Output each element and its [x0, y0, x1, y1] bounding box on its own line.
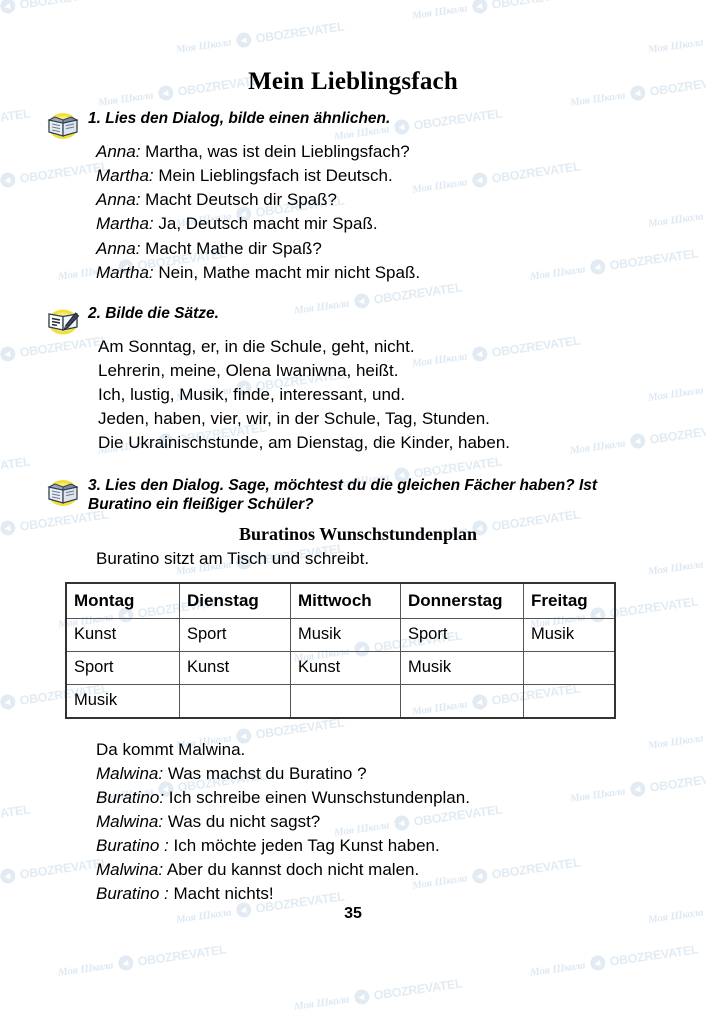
dialog-line: Anna: Macht Deutsch dir Spaß?: [96, 188, 648, 212]
dialog-text: Macht nichts!: [168, 884, 274, 904]
exercise-1-header: 1. Lies den Dialog, bilde einen ähnliche…: [47, 108, 648, 140]
table-cell: [179, 683, 291, 718]
column-header-dienstag: Dienstag: [179, 582, 291, 619]
dialog-text: Aber du kannst doch nicht malen.: [163, 860, 420, 880]
table-row: Kunst Sport Musik Sport Musik: [66, 617, 615, 652]
dialog-line: Da kommt Malwina.: [96, 738, 648, 762]
speaker-name: Martha:: [96, 262, 154, 282]
dialog-text: Macht Deutsch dir Spaß?: [140, 190, 337, 210]
dialog-text: Ja, Deutsch macht mir Spaß.: [153, 214, 378, 234]
exercise-3-header: 3. Lies den Dialog. Sage, möchtest du di…: [47, 475, 648, 513]
dialog-text: Was machst du Buratino ?: [163, 763, 367, 783]
sentence-line: Am Sonntag, er, in die Schule, geht, nic…: [98, 336, 415, 356]
dialog-line: Malwina: Was machst du Buratino ?: [96, 762, 648, 786]
exercise-2-header: 2. Bilde die Sätze.: [48, 303, 648, 335]
page-title: Mein Lieblingsfach: [248, 68, 458, 95]
dialog-text: Martha, was ist dein Lieblingsfach?: [140, 142, 410, 161]
table-cell: Sport: [66, 650, 180, 685]
column-header-freitag: Freitag: [523, 582, 615, 619]
table-cell: Musik: [290, 617, 401, 652]
dialog-line: Buratino : Macht nichts!: [96, 882, 648, 906]
dialog-line: Buratino : Ich möchte jeden Tag Kunst ha…: [96, 834, 648, 858]
open-book-icon: [44, 109, 86, 141]
speaker-name: Buratino :: [96, 836, 169, 856]
speaker-name: Anna:: [96, 190, 141, 210]
dialog-text: Ich schreibe einen Wunschstundenplan.: [164, 787, 470, 807]
speaker-name: Anna:: [96, 142, 141, 161]
document-page: Mein Lieblingsfach 1. Lies den Dialog, b…: [0, 0, 706, 1024]
dialog-text: Was du nicht sagst?: [163, 812, 321, 831]
sentence-line: Ich, lustig, Musik, finde, interessant, …: [98, 385, 406, 404]
dialog-text: Ich möchte jeden Tag Kunst haben.: [168, 836, 440, 856]
speaker-name: Buratino :: [96, 884, 169, 904]
table-row: Sport Kunst Kunst Musik: [66, 650, 615, 685]
page-number: 35: [344, 905, 362, 922]
sentence-line: Lehrerin, meine, Olena Iwaniwna, heißt.: [98, 360, 399, 380]
table-cell: Sport: [179, 617, 291, 652]
dialog-text: Da kommt Malwina.: [96, 739, 246, 759]
sentence-line: Die Ukrainischstunde, am Dienstag, die K…: [98, 433, 511, 453]
dialog-line: Martha: Mein Lieblingsfach ist Deutsch.: [96, 164, 648, 188]
timetable-intro-text: Buratino sitzt am Tisch und schreibt.: [96, 548, 370, 568]
table-cell: Musik: [400, 650, 524, 685]
speaker-name: Martha:: [96, 214, 154, 234]
column-header-mittwoch: Mittwoch: [290, 582, 401, 619]
exercise-1-dialog: Anna: Martha, was ist dein Lieblingsfach…: [58, 140, 648, 285]
dialog-line: Malwina: Was du nicht sagst?: [96, 810, 648, 834]
dialog-text: Nein, Mathe macht mir nicht Spaß.: [153, 262, 421, 282]
dialog-line: Anna: Martha, was ist dein Lieblingsfach…: [96, 140, 648, 164]
dialog-text: Macht Mathe dir Spaß?: [140, 238, 322, 258]
table-cell: Kunst: [179, 650, 291, 685]
table-cell: [523, 650, 615, 685]
timetable-wrapper: Montag Dienstag Mittwoch Donnerstag Frei…: [58, 581, 648, 719]
dialog-line: Anna: Macht Mathe dir Spaß?: [96, 237, 648, 261]
table-cell: Kunst: [66, 617, 180, 652]
exercise-1-heading: 1. Lies den Dialog, bilde einen ähnliche…: [88, 110, 391, 127]
wunschstundenplan-table: Montag Dienstag Mittwoch Donnerstag Frei…: [65, 581, 616, 719]
speaker-name: Martha:: [96, 166, 154, 186]
column-header-montag: Montag: [66, 582, 180, 619]
dialog-line: Martha: Ja, Deutsch macht mir Spaß.: [96, 212, 648, 236]
dialog-line: Buratino: Ich schreibe einen Wunschstund…: [96, 786, 648, 810]
table-cell: [400, 683, 524, 718]
column-header-donnerstag: Donnerstag: [400, 582, 524, 619]
speaker-name: Malwina:: [96, 860, 164, 880]
table-cell: [290, 683, 401, 718]
sentence-line: Jeden, haben, vier, wir, in der Schule, …: [98, 409, 490, 429]
table-header-row: Montag Dienstag Mittwoch Donnerstag Frei…: [66, 582, 615, 619]
table-cell: Sport: [400, 617, 524, 652]
speaker-name: Anna:: [96, 238, 141, 258]
dialog-line: Martha: Nein, Mathe macht mir nicht Spaß…: [96, 261, 648, 285]
exercise-3-heading: 3. Lies den Dialog. Sage, möchtest du di…: [88, 477, 598, 513]
table-row: Musik: [66, 683, 615, 718]
closing-dialog: Da kommt Malwina. Malwina: Was machst du…: [58, 738, 648, 907]
exercise-2-heading: 2. Bilde die Sätze.: [88, 304, 219, 322]
table-cell: Kunst: [290, 650, 401, 685]
table-cell: [523, 683, 615, 718]
open-book-icon: [44, 476, 86, 508]
speaker-name: Buratino:: [96, 787, 165, 807]
speaker-name: Malwina:: [96, 812, 164, 831]
table-cell: Musik: [523, 617, 615, 652]
exercise-2-sentences: Am Sonntag, er, in die Schule, geht, nic…: [58, 335, 648, 456]
table-cell: Musik: [66, 683, 180, 718]
dialog-line: Malwina: Aber du kannst doch nicht malen…: [96, 858, 648, 882]
book-pencil-icon: [44, 304, 86, 336]
speaker-name: Malwina:: [96, 763, 164, 783]
timetable-subtitle: Buratinos Wunschstundenplan: [239, 523, 477, 544]
dialog-text: Mein Lieblingsfach ist Deutsch.: [153, 166, 393, 186]
